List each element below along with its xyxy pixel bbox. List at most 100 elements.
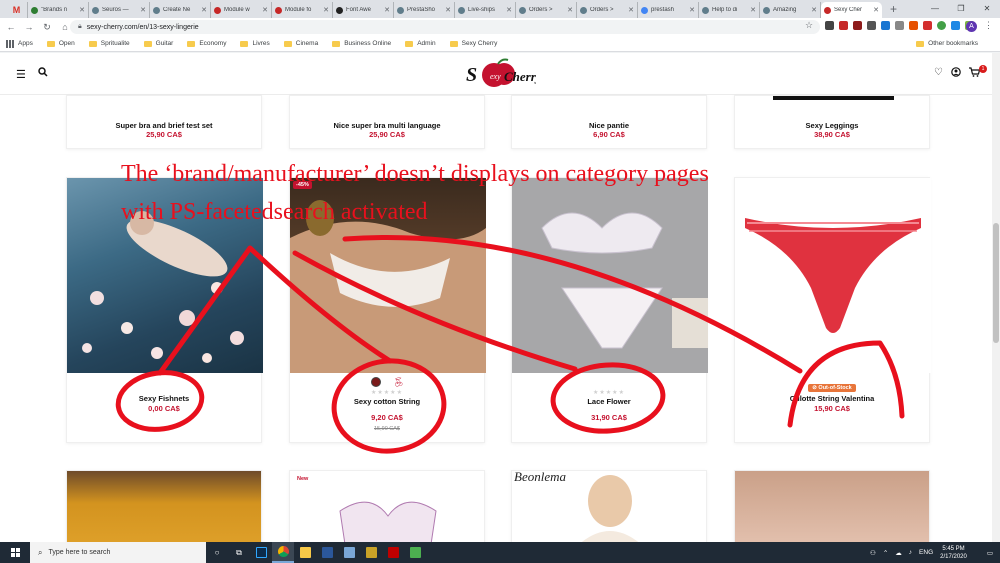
bookmark-item[interactable]: Livres [240,40,270,47]
bookmark-item[interactable]: Business Online [332,40,391,47]
tab-close-icon[interactable]: ✕ [323,6,329,14]
browser-tab[interactable]: Live-ships ✕ [455,2,516,18]
bookmark-item[interactable]: Open [46,40,75,47]
product-card[interactable]: New [289,470,485,542]
tray-chevron-icon[interactable]: ⌃ [883,549,888,557]
maximize-icon[interactable]: ❐ [948,0,974,18]
browser-tab[interactable]: Module w ✕ [211,2,272,18]
extension-icon[interactable] [867,21,876,30]
browser-tab[interactable]: Font Awe ✕ [333,2,394,18]
product-image[interactable] [290,471,484,542]
windows-start-icon[interactable] [0,542,30,563]
browser-tab[interactable]: Amazing ✕ [760,2,821,18]
extension-icon[interactable] [839,21,848,30]
wishlist-heart-icon[interactable]: ♡ [934,67,943,80]
product-image[interactable] [67,471,261,542]
tab-close-icon[interactable]: ✕ [750,6,756,14]
browser-tab[interactable]: Help to di ✕ [699,2,760,18]
product-card[interactable]: Sexy Leggings 38,90 CA$ [734,95,930,149]
tab-close-icon[interactable]: ✕ [201,6,207,14]
product-card[interactable] [66,470,262,542]
product-name[interactable]: Lace Flower [512,397,706,406]
chrome-icon[interactable] [272,542,294,563]
browser-menu-icon[interactable]: ⋮ [984,20,993,31]
menu-icon[interactable]: ☰ [16,68,26,81]
bookmark-item[interactable]: Spritualite [88,40,130,47]
app-icon[interactable] [404,542,426,563]
taskbar-search[interactable]: ⌕ Type here to search [30,542,206,563]
tab-close-icon[interactable]: ✕ [628,6,634,14]
browser-tab[interactable]: prestash ✕ [638,2,699,18]
new-tab-button[interactable]: + [890,2,897,16]
bookmark-item[interactable]: Cinema [283,40,318,47]
extension-icon[interactable] [951,21,960,30]
tab-close-icon[interactable]: ✕ [873,6,879,14]
product-card[interactable]: Nice pantie 6,90 CA$ [511,95,707,149]
task-view-icon[interactable]: ⧉ [228,542,250,563]
tab-close-icon[interactable]: ✕ [79,6,85,14]
app-icon[interactable] [338,542,360,563]
browser-tab[interactable]: PrestaSho ✕ [394,2,455,18]
bookmark-item[interactable]: Economy [187,40,226,47]
product-card[interactable]: Nice super bra multi language 25,90 CA$ [289,95,485,149]
product-image[interactable] [735,471,929,542]
browser-tab[interactable]: Module fo ✕ [272,2,333,18]
browser-tab[interactable]: Orders > ✕ [516,2,577,18]
product-name[interactable]: Nice pantie [512,121,706,130]
forward-icon[interactable]: → [22,22,36,32]
cortana-icon[interactable]: ○ [206,542,228,563]
product-card[interactable]: Super bra and brief test set 25,90 CA$ [66,95,262,149]
file-explorer-icon[interactable] [294,542,316,563]
extension-icon[interactable] [909,21,918,30]
volume-icon[interactable]: ♪ [909,549,912,556]
bookmark-star-icon[interactable]: ☆ [805,20,813,31]
product-name[interactable]: Sexy cotton String [290,397,484,406]
notifications-icon[interactable]: ▭ [987,549,993,557]
tab-close-icon[interactable]: ✕ [140,6,146,14]
extension-icon[interactable] [825,21,834,30]
back-icon[interactable]: ← [4,22,18,32]
network-icon[interactable]: ☁ [895,549,902,557]
browser-tab[interactable]: Create Ne ✕ [150,2,211,18]
tab-close-icon[interactable]: ✕ [262,6,268,14]
product-name[interactable]: Sexy Fishnets [67,394,261,403]
browser-tab[interactable]: Sexy Cher ✕ [821,2,882,18]
other-bookmarks[interactable]: Other bookmarks [916,40,978,47]
photoshop-icon[interactable] [250,542,272,563]
bookmark-item[interactable]: Apps [6,39,33,48]
url-field[interactable]: 🔒︎ sexy-cherry.com/en/13-sexy-lingerie [70,20,820,34]
minimize-icon[interactable]: — [922,0,948,18]
lang-indicator[interactable]: ENG [919,549,933,556]
product-name[interactable]: Super bra and brief test set [67,121,261,130]
cherry-icon[interactable]: 🍒︎ [393,377,404,387]
bookmark-item[interactable]: Admin [405,40,436,47]
bookmark-item[interactable]: Sexy Cherry [449,40,497,47]
tab-close-icon[interactable]: ✕ [506,6,512,14]
extension-icon[interactable] [881,21,890,30]
tab-close-icon[interactable]: ✕ [384,6,390,14]
extension-icon[interactable] [923,21,932,30]
page-scrollbar[interactable] [992,53,1000,542]
filezilla-icon[interactable] [382,542,404,563]
product-name[interactable]: Nice super bra multi language [290,121,484,130]
search-icon[interactable] [38,67,48,80]
people-icon[interactable]: ⚇ [870,549,876,557]
scrollbar-thumb[interactable] [993,223,999,343]
tab-gmail[interactable]: M [6,2,28,18]
tab-close-icon[interactable]: ✕ [567,6,573,14]
app-icon[interactable] [360,542,382,563]
word-icon[interactable] [316,542,338,563]
browser-tab[interactable]: Seuros — ✕ [89,2,150,18]
bookmark-item[interactable]: Guitar [143,40,173,47]
browser-tab[interactable]: Orders > ✕ [577,2,638,18]
product-card[interactable] [734,470,930,542]
account-icon[interactable] [951,67,961,80]
extension-icon[interactable] [853,21,862,30]
product-name[interactable]: Sexy Leggings [735,121,929,130]
color-swatch[interactable] [371,377,381,387]
tab-close-icon[interactable]: ✕ [689,6,695,14]
reload-icon[interactable]: ↻ [40,22,54,33]
profile-avatar[interactable]: A [966,21,977,32]
site-logo[interactable]: S exy Cherry [464,57,542,91]
browser-tab[interactable]: "Brands n ✕ [28,2,89,18]
